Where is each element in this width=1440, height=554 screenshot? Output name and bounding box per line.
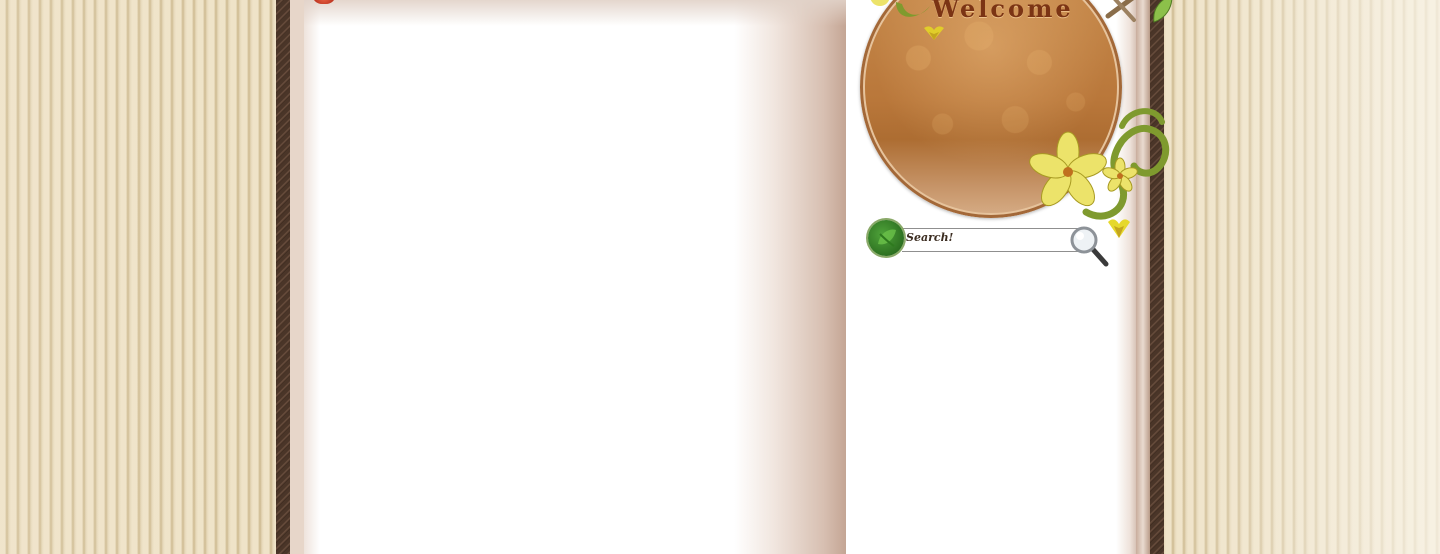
small-flower-icon [924, 26, 944, 40]
flower-cluster-icon [1029, 108, 1170, 220]
magnifier-icon[interactable] [1068, 224, 1112, 268]
leaf-icon [868, 220, 904, 256]
left-page-top-shadow [304, 0, 846, 26]
left-background-stripes [0, 0, 276, 554]
left-page [304, 0, 846, 554]
welcome-title: Welcome [932, 0, 1074, 23]
right-page-edge [1136, 0, 1150, 554]
search-bar: Search! [868, 218, 1112, 268]
right-background-stripes [1164, 0, 1440, 554]
search-label: Search! [906, 231, 954, 244]
branch-leaf-icon [1105, 0, 1173, 23]
